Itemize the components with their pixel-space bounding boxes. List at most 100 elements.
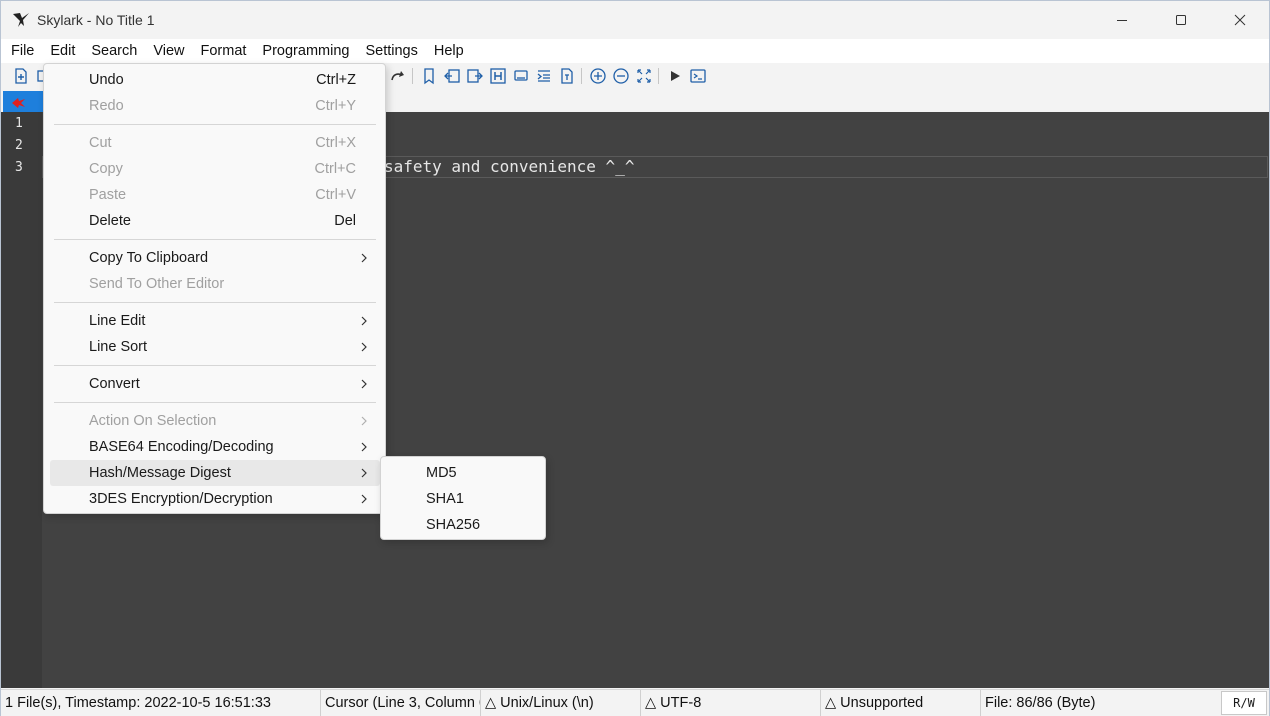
menu-item-label: Delete	[89, 213, 131, 229]
chevron-right-icon	[361, 316, 367, 326]
menu-item-line-sort[interactable]: Line Sort	[50, 334, 380, 360]
menu-item-label: Convert	[89, 376, 140, 392]
status-file-size: File: 86/86 (Byte)	[985, 695, 1096, 711]
toolbar-separator	[581, 68, 582, 84]
zoom-in-icon[interactable]	[589, 67, 607, 85]
window-title: Skylark - No Title 1	[37, 12, 155, 28]
menu-item-sha1[interactable]: SHA1	[386, 486, 541, 512]
tab-document-1[interactable]	[3, 91, 43, 112]
indent-icon[interactable]	[535, 67, 553, 85]
title-bar[interactable]: Skylark - No Title 1	[1, 1, 1269, 39]
status-files: 1 File(s), Timestamp: 2022-10-5 16:51:33	[1, 690, 321, 716]
skylark-logo-icon	[11, 10, 31, 30]
line-number: 3	[15, 160, 23, 175]
line-number-gutter: 1 2 3	[1, 112, 42, 688]
menu-item-label: Hash/Message Digest	[89, 465, 231, 481]
fullscreen-icon[interactable]	[635, 67, 653, 85]
chevron-right-icon	[361, 442, 367, 452]
menu-separator	[54, 302, 376, 303]
document-tab-icon	[11, 96, 27, 112]
menu-item-3des[interactable]: 3DES Encryption/Decryption	[50, 486, 380, 512]
menu-format[interactable]: Format	[193, 39, 255, 63]
menu-separator	[54, 124, 376, 125]
menu-item-shortcut: Ctrl+Y	[315, 98, 356, 114]
next-bookmark-icon[interactable]	[466, 67, 484, 85]
menu-item-label: Copy To Clipboard	[89, 250, 209, 266]
redo-icon[interactable]	[389, 67, 407, 85]
minimize-button[interactable]	[1093, 1, 1151, 39]
status-line-ending[interactable]: △ Unix/Linux (\n)	[481, 690, 641, 716]
print-icon[interactable]	[512, 67, 530, 85]
menu-programming[interactable]: Programming	[254, 39, 357, 63]
hex-mode-icon[interactable]	[489, 67, 507, 85]
chevron-right-icon	[361, 253, 367, 263]
status-cursor: Cursor (Line 3, Column 6	[321, 690, 481, 716]
read-write-mode-button[interactable]: R/W	[1221, 691, 1267, 715]
zoom-out-icon[interactable]	[612, 67, 630, 85]
menu-separator	[54, 365, 376, 366]
menu-item-shortcut: Ctrl+X	[315, 135, 356, 151]
menu-item-line-edit[interactable]: Line Edit	[50, 308, 380, 334]
app-window: Skylark - No Title 1 File Edit Search Vi…	[0, 0, 1270, 716]
menu-item-paste[interactable]: Paste Ctrl+V	[50, 182, 380, 208]
menu-item-label: SHA256	[426, 517, 481, 533]
edit-menu: Undo Ctrl+Z Redo Ctrl+Y Cut Ctrl+X Copy …	[43, 63, 386, 514]
toolbar-separator	[412, 68, 413, 84]
menu-view[interactable]: View	[145, 39, 192, 63]
menu-item-label: Paste	[89, 187, 127, 203]
menu-edit[interactable]: Edit	[42, 39, 83, 63]
line-number: 1	[15, 116, 23, 131]
menu-item-label: MD5	[426, 465, 457, 481]
menu-separator	[54, 402, 376, 403]
run-icon[interactable]	[666, 67, 684, 85]
menu-item-label: Send To Other Editor	[89, 276, 225, 292]
menu-item-redo[interactable]: Redo Ctrl+Y	[50, 93, 380, 119]
menu-item-label: Copy	[89, 161, 123, 177]
menu-item-label: Line Sort	[89, 339, 148, 355]
maximize-button[interactable]	[1152, 1, 1210, 39]
close-button[interactable]	[1211, 1, 1269, 39]
menu-item-label: BASE64 Encoding/Decoding	[89, 439, 274, 455]
chevron-right-icon	[361, 494, 367, 504]
menu-item-undo[interactable]: Undo Ctrl+Z	[50, 67, 380, 93]
menu-item-copy-to-clipboard[interactable]: Copy To Clipboard	[50, 245, 380, 271]
close-icon	[1234, 14, 1246, 26]
menu-item-label: Action On Selection	[89, 413, 217, 429]
chevron-right-icon	[361, 468, 367, 478]
terminal-icon[interactable]	[689, 67, 707, 85]
status-bar: 1 File(s), Timestamp: 2022-10-5 16:51:33…	[1, 689, 1269, 716]
menu-item-convert[interactable]: Convert	[50, 371, 380, 397]
menu-search[interactable]: Search	[83, 39, 145, 63]
menu-item-hash-message-digest[interactable]: Hash/Message Digest	[50, 460, 380, 486]
menu-help[interactable]: Help	[426, 39, 472, 63]
menu-item-copy[interactable]: Copy Ctrl+C	[50, 156, 380, 182]
menu-item-md5[interactable]: MD5	[386, 460, 541, 486]
menu-bar: File Edit Search View Format Programming…	[1, 39, 1269, 63]
menu-item-delete[interactable]: Delete Del	[50, 208, 380, 234]
bookmark-icon[interactable]	[420, 67, 438, 85]
menu-item-cut[interactable]: Cut Ctrl+X	[50, 130, 380, 156]
menu-item-label: Redo	[89, 98, 124, 114]
menu-item-sha256[interactable]: SHA256	[386, 512, 541, 538]
menu-item-shortcut: Del	[334, 213, 356, 229]
editor-line-text[interactable]: safety and convenience ^_^	[384, 157, 634, 176]
minimize-icon	[1117, 20, 1127, 21]
previous-bookmark-icon[interactable]	[443, 67, 461, 85]
menu-item-action-on-selection[interactable]: Action On Selection	[50, 408, 380, 434]
menu-item-shortcut: Ctrl+V	[315, 187, 356, 203]
status-encoding[interactable]: △ UTF-8	[641, 690, 821, 716]
chevron-right-icon	[361, 416, 367, 426]
status-bom[interactable]: △ Unsupported	[821, 690, 981, 716]
menu-item-label: Cut	[89, 135, 112, 151]
menu-item-label: SHA1	[426, 491, 464, 507]
menu-item-base64[interactable]: BASE64 Encoding/Decoding	[50, 434, 380, 460]
new-file-icon[interactable]	[12, 67, 30, 85]
menu-separator	[54, 239, 376, 240]
document-format-icon[interactable]	[558, 67, 576, 85]
menu-file[interactable]: File	[3, 39, 42, 63]
menu-item-shortcut: Ctrl+Z	[316, 72, 356, 88]
menu-item-send-to-other-editor[interactable]: Send To Other Editor	[50, 271, 380, 297]
menu-item-shortcut: Ctrl+C	[314, 161, 357, 177]
line-number: 2	[15, 138, 23, 153]
menu-settings[interactable]: Settings	[357, 39, 425, 63]
